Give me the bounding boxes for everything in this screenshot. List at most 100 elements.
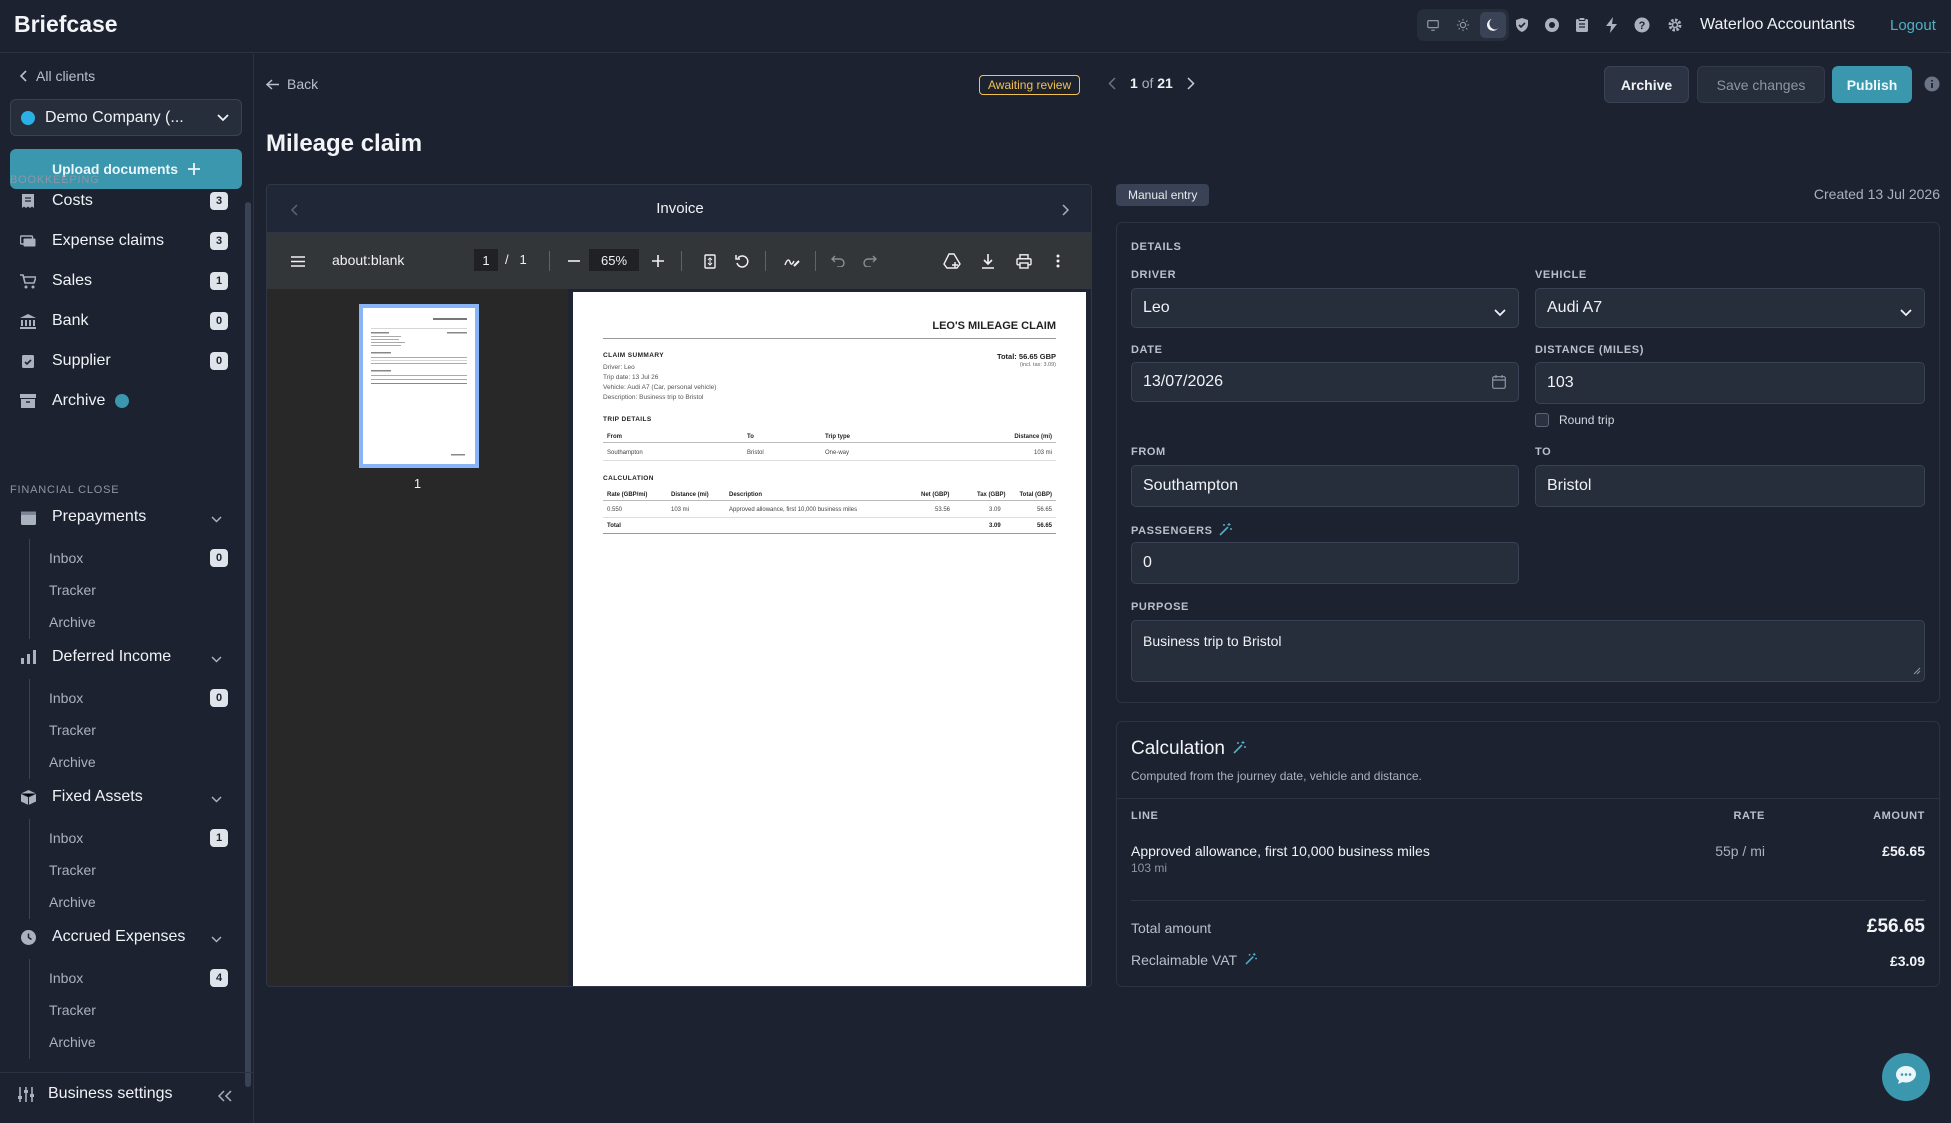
publish-button[interactable]: Publish bbox=[1832, 66, 1912, 103]
undo-icon[interactable] bbox=[829, 252, 847, 270]
doc-trip-cell: Bristol bbox=[747, 450, 764, 456]
pager-total: 21 bbox=[1157, 75, 1173, 91]
money-icon bbox=[18, 234, 38, 248]
purpose-textarea[interactable]: Business trip to Bristol bbox=[1131, 620, 1925, 682]
column-header-amount: AMOUNT bbox=[1873, 810, 1925, 822]
sidebar-subitem-archive[interactable]: Archive bbox=[49, 1029, 228, 1055]
sidebar-group-label: Accrued Expenses bbox=[52, 928, 186, 945]
round-trip-checkbox[interactable]: Round trip bbox=[1535, 413, 1614, 427]
sidebar-item-sales[interactable]: Sales 1 bbox=[10, 266, 228, 296]
cart-icon bbox=[18, 273, 38, 289]
business-settings-link[interactable]: Business settings bbox=[18, 1085, 173, 1103]
org-name[interactable]: Waterloo Accountants bbox=[1700, 16, 1855, 34]
redo-icon[interactable] bbox=[861, 252, 879, 270]
document-viewer: Invoice about:blank 1 / 1 65% 1 LEO'S MI… bbox=[266, 184, 1092, 987]
logout-link[interactable]: Logout bbox=[1890, 17, 1936, 34]
annotate-icon[interactable] bbox=[783, 252, 801, 270]
double-chevron-left-icon[interactable] bbox=[217, 1089, 232, 1106]
sidebar-item-archive[interactable]: Archive bbox=[10, 386, 228, 416]
sun-icon[interactable] bbox=[1450, 12, 1476, 38]
record-icon[interactable] bbox=[1541, 14, 1563, 36]
print-icon[interactable] bbox=[1015, 252, 1033, 270]
viewer-header: Invoice bbox=[267, 185, 1091, 233]
sidebar-item-expense-claims[interactable]: Expense claims 3 bbox=[10, 226, 228, 256]
sidebar-group-deferred-income[interactable]: Deferred Income bbox=[10, 642, 228, 672]
lightning-icon[interactable] bbox=[1601, 14, 1623, 36]
doc-calc-cell: 0.550 bbox=[607, 507, 623, 513]
to-input[interactable]: Bristol bbox=[1535, 465, 1925, 507]
clipboard-icon[interactable] bbox=[1571, 14, 1593, 36]
driver-select[interactable]: Leo bbox=[1131, 288, 1519, 328]
from-input[interactable]: Southampton bbox=[1131, 465, 1519, 507]
vehicle-select[interactable]: Audi A7 bbox=[1535, 288, 1925, 328]
monitor-icon[interactable] bbox=[1420, 12, 1446, 38]
drive-save-icon[interactable] bbox=[943, 252, 961, 270]
magic-wand-icon bbox=[1245, 952, 1258, 968]
cube-icon bbox=[18, 789, 38, 805]
chevron-right-icon[interactable] bbox=[1187, 76, 1195, 90]
passengers-input[interactable]: 0 bbox=[1131, 542, 1519, 584]
count-badge: 1 bbox=[210, 272, 228, 290]
more-vertical-icon[interactable] bbox=[1049, 252, 1067, 270]
resize-handle-icon[interactable] bbox=[1913, 662, 1921, 678]
sidebar-item-costs[interactable]: Costs 3 bbox=[10, 186, 228, 216]
sidebar-item-supplier[interactable]: Supplier 0 bbox=[10, 346, 228, 376]
date-input[interactable]: 13/07/2026 bbox=[1131, 362, 1519, 402]
subitem-label: Archive bbox=[49, 1034, 96, 1050]
subitem-label: Tracker bbox=[49, 722, 96, 738]
chevron-left-icon[interactable] bbox=[1108, 76, 1116, 90]
company-select[interactable]: Demo Company (... bbox=[10, 99, 242, 136]
moon-icon[interactable] bbox=[1480, 12, 1506, 38]
app-logo[interactable]: Briefcase bbox=[14, 11, 118, 38]
distance-input[interactable]: 103 bbox=[1535, 362, 1925, 404]
pdf-page-input[interactable]: 1 bbox=[474, 249, 498, 271]
checkbox-box[interactable] bbox=[1535, 413, 1549, 427]
sidebar-group-prepayments[interactable]: Prepayments bbox=[10, 502, 228, 532]
menu-icon[interactable] bbox=[289, 252, 307, 270]
minus-icon[interactable] bbox=[565, 252, 583, 270]
sidebar-subitem-inbox[interactable]: Inbox 0 bbox=[49, 685, 228, 711]
sidebar-item-label: Sales bbox=[52, 272, 93, 289]
all-clients-link[interactable]: All clients bbox=[20, 68, 95, 84]
sidebar-subitem-tracker[interactable]: Tracker bbox=[49, 857, 228, 883]
sidebar-subitem-inbox[interactable]: Inbox 4 bbox=[49, 965, 228, 991]
details-card: DETAILS DRIVER Leo VEHICLE Audi A7 DATE … bbox=[1116, 222, 1940, 703]
help-icon[interactable]: ? bbox=[1631, 14, 1653, 36]
sidebar-subitem-inbox[interactable]: Inbox 1 bbox=[49, 825, 228, 851]
gear-icon[interactable] bbox=[1664, 14, 1686, 36]
sidebar-item-bank[interactable]: Bank 0 bbox=[10, 306, 228, 336]
calendar-icon bbox=[18, 510, 38, 525]
sidebar-subitem-archive[interactable]: Archive bbox=[49, 749, 228, 775]
info-icon[interactable] bbox=[1924, 76, 1940, 96]
rotate-icon[interactable] bbox=[733, 252, 751, 270]
download-icon[interactable] bbox=[979, 252, 997, 270]
chat-button[interactable] bbox=[1882, 1053, 1930, 1101]
doc-calc-cell: 53.56 bbox=[935, 507, 951, 513]
doc-heading: LEO'S MILEAGE CLAIM bbox=[932, 320, 1056, 332]
calendar-icon[interactable] bbox=[1492, 375, 1506, 394]
archive-button[interactable]: Archive bbox=[1604, 66, 1689, 103]
back-link[interactable]: Back bbox=[266, 76, 318, 92]
shield-icon[interactable] bbox=[1511, 14, 1533, 36]
chevron-right-icon[interactable] bbox=[1062, 203, 1070, 220]
pdf-zoom-input[interactable]: 65% bbox=[589, 249, 639, 271]
sidebar-subitem-archive[interactable]: Archive bbox=[49, 889, 228, 915]
viewer-title: Invoice bbox=[656, 200, 704, 217]
sidebar-subitem-inbox[interactable]: Inbox 0 bbox=[49, 545, 228, 571]
sidebar-subitem-archive[interactable]: Archive bbox=[49, 609, 228, 635]
sidebar-subitem-tracker[interactable]: Tracker bbox=[49, 577, 228, 603]
sidebar-subitem-tracker[interactable]: Tracker bbox=[49, 997, 228, 1023]
tree-line bbox=[29, 819, 30, 919]
plus-icon[interactable] bbox=[649, 252, 667, 270]
page-thumbnail[interactable] bbox=[359, 304, 479, 468]
count-badge: 0 bbox=[210, 312, 228, 330]
save-changes-button[interactable]: Save changes bbox=[1697, 66, 1825, 103]
divider bbox=[1117, 798, 1939, 799]
sidebar-scrollbar[interactable] bbox=[245, 202, 251, 1087]
count-badge: 1 bbox=[210, 829, 228, 847]
sidebar-subitem-tracker[interactable]: Tracker bbox=[49, 717, 228, 743]
doc-calc-total-tax: 3.09 bbox=[989, 523, 1001, 529]
sidebar-group-fixed-assets[interactable]: Fixed Assets bbox=[10, 782, 228, 812]
fit-page-icon[interactable] bbox=[701, 252, 719, 270]
sidebar-group-accrued-expenses[interactable]: Accrued Expenses bbox=[10, 922, 228, 952]
